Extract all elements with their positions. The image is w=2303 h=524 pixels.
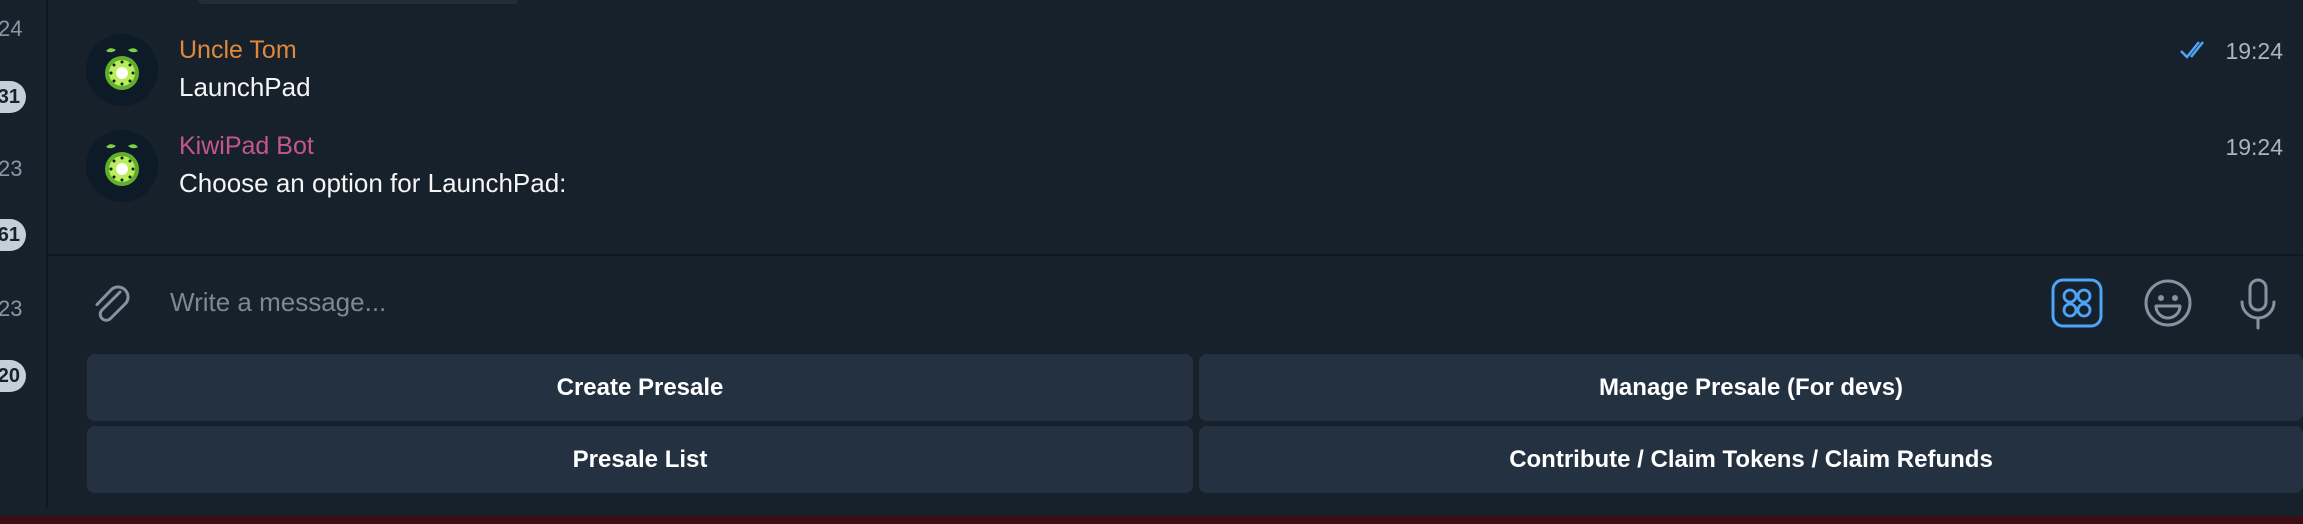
message-history[interactable]: Uncle Tom LaunchPad 19:24 KiwiPad Bot Ch… [48,0,2303,256]
create-presale-button[interactable]: Create Presale [87,354,1193,421]
chat-list-time: 23 [0,156,23,181]
sender-name[interactable]: Uncle Tom [179,36,297,65]
message-input[interactable] [168,276,1972,328]
chat-list-time: 24 [0,16,23,41]
message-composer [48,256,2303,352]
avatar[interactable] [86,34,158,106]
previous-message-fragment [198,0,518,4]
window-bottom-border [0,516,2303,524]
manage-presale-button[interactable]: Manage Presale (For devs) [1199,354,2303,421]
message[interactable]: Uncle Tom LaunchPad 19:24 [48,34,2303,124]
message-text: Choose an option for LaunchPad: [179,168,567,198]
emoji-icon[interactable] [2142,278,2194,328]
microphone-icon[interactable] [2234,278,2282,330]
kiwi-avatar-icon [86,34,158,106]
bot-reply-keyboard: Create Presale Manage Presale (For devs)… [87,354,2303,494]
unread-badge[interactable]: 31 [0,81,26,113]
chat-list-strip: 24 31 23 61 23 20 [0,0,48,508]
read-checkmarks-icon [2180,41,2204,59]
message-time: 19:24 [2225,134,2283,160]
contribute-claim-button[interactable]: Contribute / Claim Tokens / Claim Refund… [1199,426,2303,493]
avatar[interactable] [86,130,158,202]
bot-commands-icon[interactable] [2051,278,2103,328]
message-text: LaunchPad [179,72,311,102]
chat-list-time: 23 [0,296,23,321]
sender-name[interactable]: KiwiPad Bot [179,132,314,161]
presale-list-button[interactable]: Presale List [87,426,1193,493]
unread-badge[interactable]: 20 [0,360,26,392]
kiwi-avatar-icon [86,130,158,202]
message-time: 19:24 [2225,38,2283,64]
paperclip-icon[interactable] [86,278,136,328]
unread-badge[interactable]: 61 [0,219,26,251]
message[interactable]: KiwiPad Bot Choose an option for LaunchP… [48,130,2303,220]
